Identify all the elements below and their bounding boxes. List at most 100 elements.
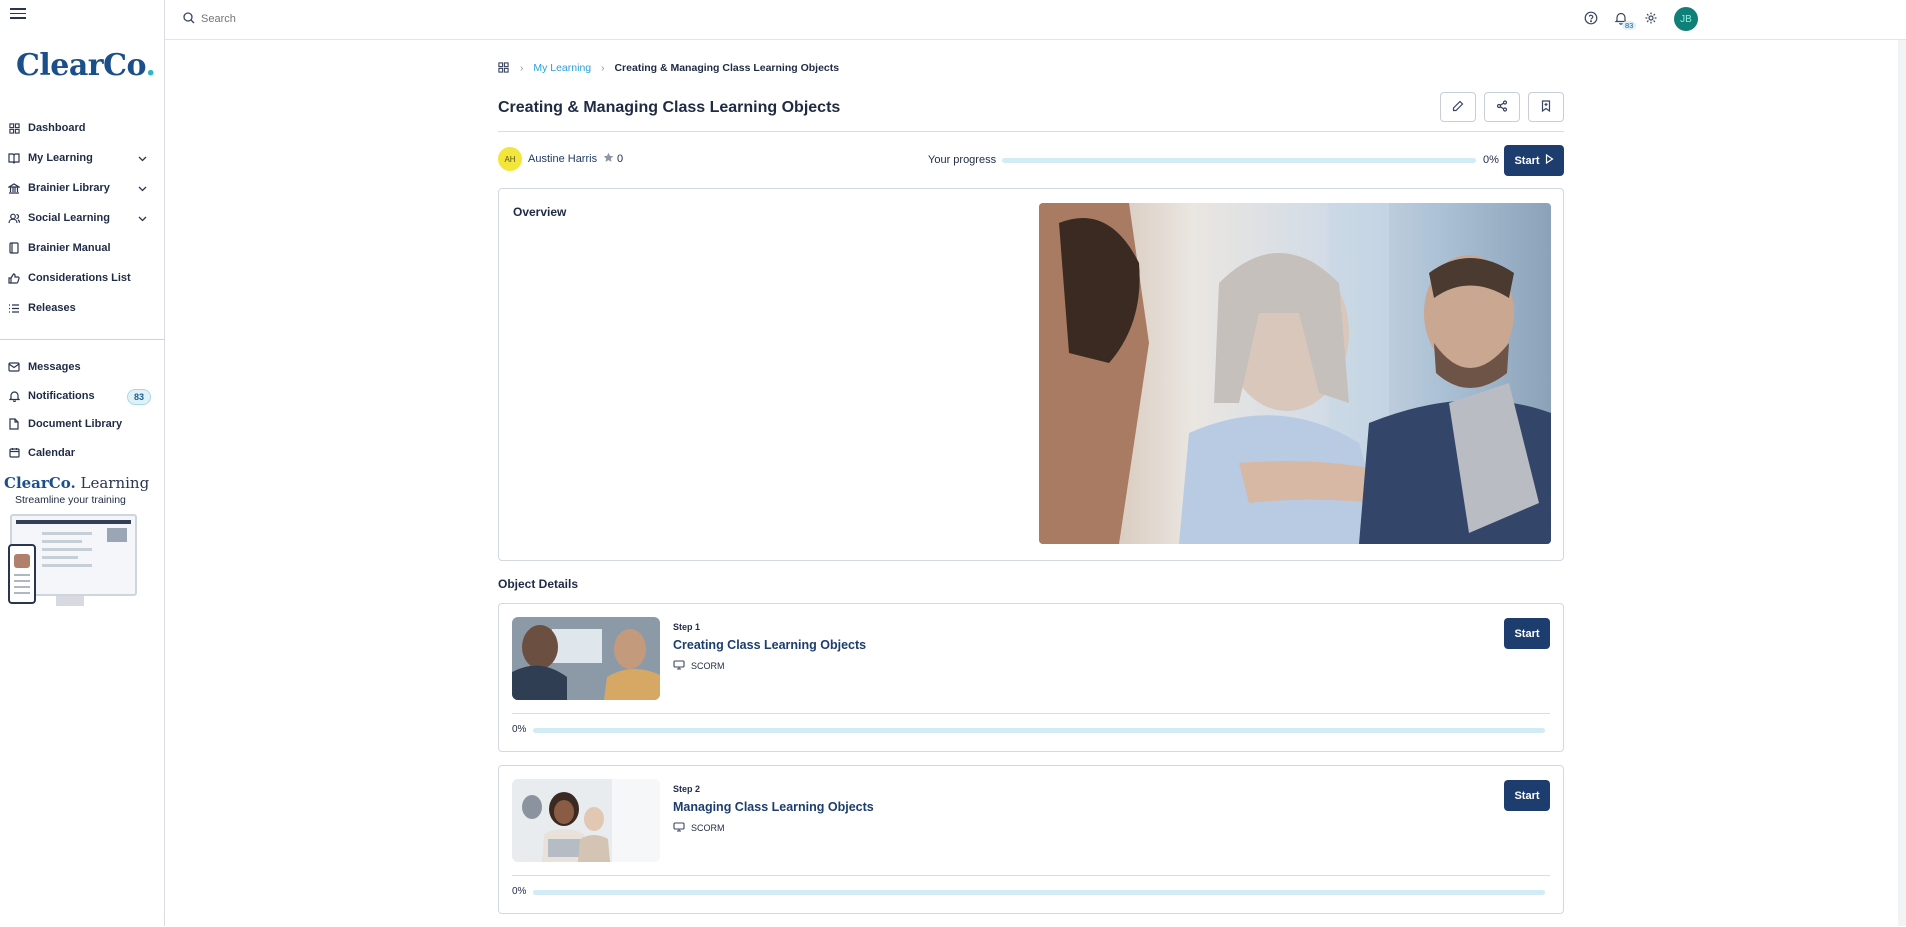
sidebar: ClearCo. Dashboard My Learning Brainier … xyxy=(0,0,165,926)
phone-illustration xyxy=(8,544,36,604)
chevron-right-icon: › xyxy=(601,62,605,74)
sidebar-item-label: Social Learning xyxy=(28,212,110,224)
chevron-down-icon[interactable] xyxy=(138,153,147,165)
step-type-label: SCORM xyxy=(691,823,725,833)
breadcrumb-current: Creating & Managing Class Learning Objec… xyxy=(614,62,840,74)
sidebar-item-label: Document Library xyxy=(28,418,123,431)
sidebar-item-label: Brainier Library xyxy=(28,182,110,194)
sidebar-item-notifications[interactable]: Notifications 83 xyxy=(0,382,165,411)
rating-value: 0 xyxy=(617,153,624,165)
step-title[interactable]: Creating Class Learning Objects xyxy=(673,638,866,652)
edit-button[interactable] xyxy=(1440,92,1476,122)
step-type: SCORM xyxy=(673,660,725,672)
sidebar-item-brainier-library[interactable]: Brainier Library xyxy=(0,173,165,203)
apps-grid-icon[interactable] xyxy=(498,62,510,74)
mail-icon xyxy=(8,361,20,373)
sidebar-item-releases[interactable]: Releases xyxy=(0,293,165,323)
sidebar-item-label: Dashboard xyxy=(28,122,86,134)
step-thumbnail[interactable] xyxy=(512,779,660,862)
bell-icon xyxy=(8,390,20,402)
sidebar-item-brainier-manual[interactable]: Brainier Manual xyxy=(0,233,165,263)
title-actions xyxy=(1440,92,1564,122)
sidebar-item-considerations-list[interactable]: Considerations List xyxy=(0,263,165,293)
step-divider xyxy=(512,875,1550,876)
promo-device-illustration xyxy=(4,514,137,616)
monitor-icon xyxy=(673,660,685,672)
sidebar-item-label: My Learning xyxy=(28,152,93,164)
sidebar-divider xyxy=(0,339,165,340)
sidebar-item-label: Brainier Manual xyxy=(28,242,111,254)
breadcrumb-my-learning[interactable]: My Learning xyxy=(533,62,591,74)
step-title[interactable]: Managing Class Learning Objects xyxy=(673,800,874,814)
promo-banner[interactable]: ClearCo. Learning Streamline your traini… xyxy=(4,474,154,616)
users-icon xyxy=(8,212,20,224)
start-course-button[interactable]: Start xyxy=(1504,145,1564,176)
meta-row: AH Austine Harris 0 Your progress 0% Sta… xyxy=(498,132,1564,188)
grid-icon xyxy=(8,122,20,134)
step-card: Step 2 Managing Class Learning Objects S… xyxy=(498,765,1564,914)
author-avatar: AH xyxy=(498,147,522,171)
page-title: Creating & Managing Class Learning Objec… xyxy=(498,99,841,116)
step-type: SCORM xyxy=(673,822,725,834)
share-button[interactable] xyxy=(1484,92,1520,122)
topbar-notification-badge: 83 xyxy=(1622,21,1637,30)
step-thumbnail[interactable] xyxy=(512,617,660,700)
step-progress-percent: 0% xyxy=(512,724,527,735)
rating: 0 xyxy=(603,152,623,166)
main-nav: Dashboard My Learning Brainier Library S… xyxy=(0,113,165,323)
search-bar[interactable] xyxy=(183,9,483,29)
sidebar-item-my-learning[interactable]: My Learning xyxy=(0,143,165,173)
secondary-nav: Messages Notifications 83 Document Libra… xyxy=(0,353,165,467)
chevron-down-icon[interactable] xyxy=(138,213,147,225)
pencil-icon xyxy=(1452,100,1464,115)
sidebar-item-messages[interactable]: Messages xyxy=(0,353,165,382)
promo-title: ClearCo. Learning xyxy=(4,474,154,492)
step-divider xyxy=(512,713,1550,714)
progress-bar xyxy=(1002,158,1476,163)
sidebar-item-label: Calendar xyxy=(28,446,76,459)
topbar-actions: 83 JB xyxy=(1584,7,1698,31)
search-input[interactable] xyxy=(201,13,461,25)
main-content: › My Learning › Creating & Managing Clas… xyxy=(498,56,1564,927)
author-name[interactable]: Austine Harris xyxy=(528,153,597,165)
notification-count-badge: 83 xyxy=(126,388,151,405)
hamburger-menu-icon[interactable] xyxy=(10,8,26,20)
step-start-button[interactable]: Start xyxy=(1504,780,1550,811)
bank-icon xyxy=(8,182,20,194)
sidebar-item-label: Notifications xyxy=(28,389,95,402)
bookmark-button[interactable] xyxy=(1528,92,1564,122)
page-scrollbar[interactable] xyxy=(1898,40,1906,926)
topbar: 83 JB xyxy=(165,0,1906,40)
progress-label: Your progress xyxy=(928,154,997,166)
title-row: Creating & Managing Class Learning Objec… xyxy=(498,80,1564,132)
share-icon xyxy=(1496,99,1508,115)
document-icon xyxy=(8,418,20,430)
sidebar-item-label: Messages xyxy=(28,361,81,374)
notifications-bell-button[interactable]: 83 xyxy=(1614,11,1637,30)
logo-dot: . xyxy=(145,48,156,83)
promo-brand-suffix: Learning xyxy=(80,474,150,492)
step-number: Step 1 xyxy=(673,622,701,632)
breadcrumb: › My Learning › Creating & Managing Clas… xyxy=(498,56,1564,80)
overview-image xyxy=(1039,203,1551,544)
logo[interactable]: ClearCo. xyxy=(16,48,156,83)
help-icon[interactable] xyxy=(1584,11,1600,27)
chevron-down-icon[interactable] xyxy=(138,183,147,195)
promo-brand: ClearCo. xyxy=(4,474,76,492)
promo-tagline: Streamline your training xyxy=(15,494,126,506)
gear-icon[interactable] xyxy=(1644,11,1660,27)
user-avatar[interactable]: JB xyxy=(1674,7,1698,31)
sidebar-item-label: Considerations List xyxy=(28,272,131,284)
sidebar-item-label: Releases xyxy=(28,302,76,314)
object-details-title: Object Details xyxy=(498,577,579,591)
sidebar-item-dashboard[interactable]: Dashboard xyxy=(0,113,165,143)
step-start-button[interactable]: Start xyxy=(1504,618,1550,649)
overview-title: Overview xyxy=(513,205,567,219)
start-button-label: Start xyxy=(1514,154,1540,167)
bookmark-add-icon xyxy=(1540,99,1552,115)
sidebar-item-calendar[interactable]: Calendar xyxy=(0,439,165,468)
sidebar-item-document-library[interactable]: Document Library xyxy=(0,410,165,439)
step-number: Step 2 xyxy=(673,784,701,794)
step-progress-bar xyxy=(533,728,1545,733)
sidebar-item-social-learning[interactable]: Social Learning xyxy=(0,203,165,233)
